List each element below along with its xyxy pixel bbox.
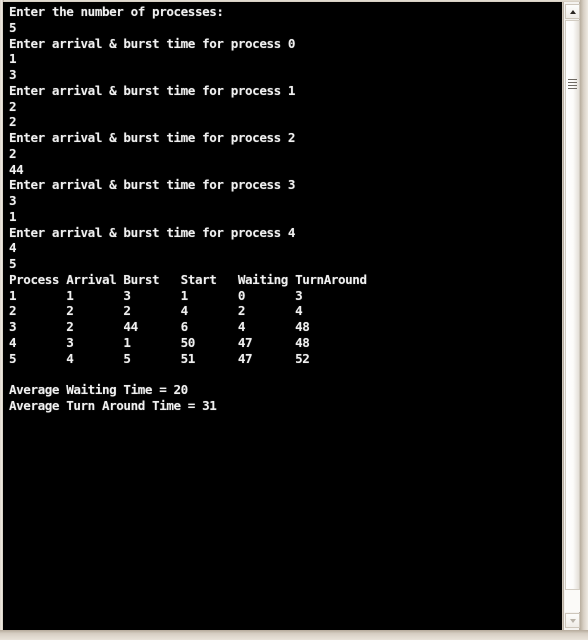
console-text-output: Enter the number of processes: 5 Enter a… bbox=[9, 4, 367, 413]
window-frame-bottom bbox=[0, 630, 588, 640]
scroll-down-button[interactable] bbox=[565, 613, 580, 628]
arrow-down-icon bbox=[569, 618, 576, 623]
console-output-area[interactable]: Enter the number of processes: 5 Enter a… bbox=[3, 2, 562, 630]
scrollbar-track[interactable] bbox=[565, 20, 580, 612]
arrow-up-icon bbox=[569, 9, 576, 14]
console-window: Enter the number of processes: 5 Enter a… bbox=[0, 0, 588, 640]
scrollbar-thumb[interactable] bbox=[565, 20, 580, 590]
vertical-scrollbar[interactable] bbox=[563, 2, 580, 630]
scroll-up-button[interactable] bbox=[565, 4, 580, 19]
scrollbar-thumb-grip-icon bbox=[568, 79, 577, 91]
window-frame-right bbox=[580, 0, 588, 640]
